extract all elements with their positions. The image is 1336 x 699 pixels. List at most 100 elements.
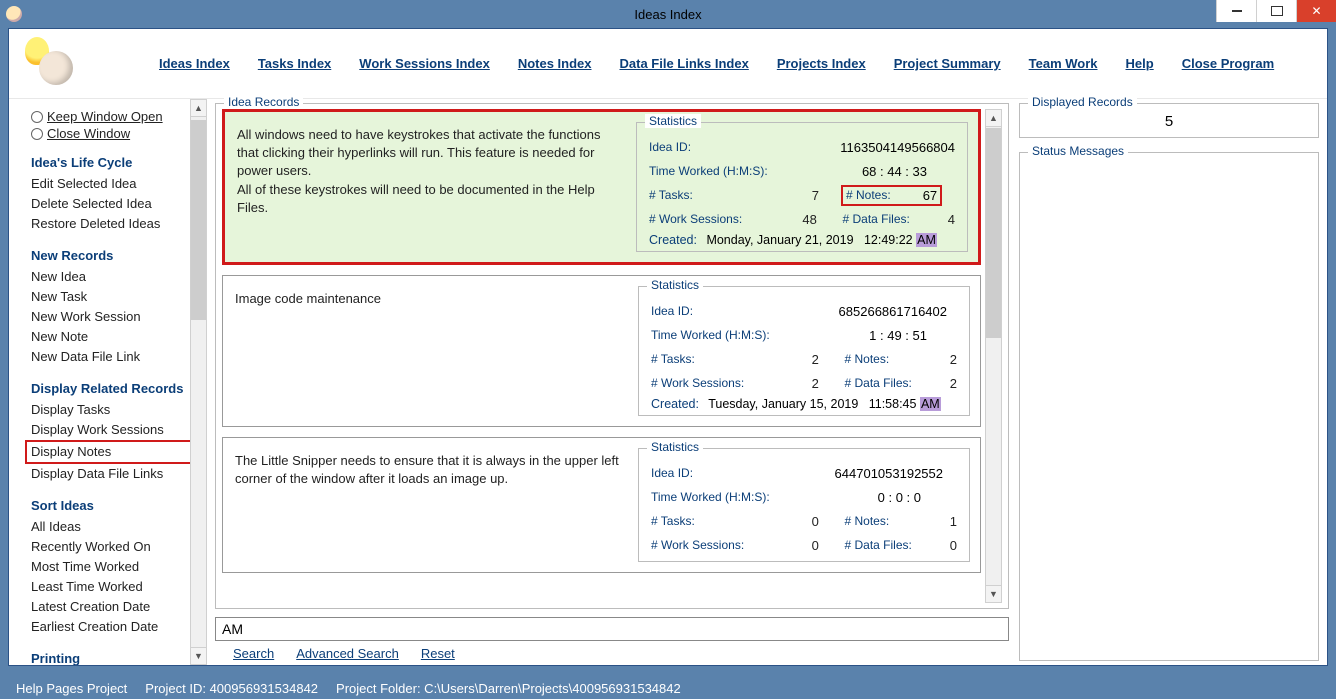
work-sessions-label: # Work Sessions: <box>651 538 769 552</box>
display-data-file-links[interactable]: Display Data File Links <box>31 464 203 484</box>
tasks-label: # Tasks: <box>651 352 769 366</box>
created-label: Created: <box>649 233 697 247</box>
menu-notes-index[interactable]: Notes Index <box>518 56 592 71</box>
statistics-box: Statistics Idea ID: 1163504149566804 Tim… <box>636 122 968 252</box>
menu-ideas-index[interactable]: Ideas Index <box>159 56 230 71</box>
window-controls <box>1216 0 1336 22</box>
printing-heading: Printing <box>31 651 203 665</box>
life-cycle-heading: Idea's Life Cycle <box>31 155 203 170</box>
idea-id-value: 685266861716402 <box>839 304 947 319</box>
record-description: All windows need to have keystrokes that… <box>235 122 628 252</box>
sort-ideas-heading: Sort Ideas <box>31 498 203 513</box>
scroll-down-icon[interactable]: ▼ <box>986 585 1001 602</box>
record-description: The Little Snipper needs to ensure that … <box>233 448 630 562</box>
app-icon <box>19 37 73 91</box>
display-related-heading: Display Related Records <box>31 381 203 396</box>
notes-value: 2 <box>916 352 957 367</box>
right-panel: Displayed Records 5 Status Messages <box>1015 99 1327 665</box>
menu-projects-index[interactable]: Projects Index <box>777 56 866 71</box>
time-worked-value: 0 : 0 : 0 <box>878 490 921 505</box>
menu-team-work[interactable]: Team Work <box>1029 56 1098 71</box>
idea-records-fieldset: Idea Records All windows need to have ke… <box>215 103 1009 609</box>
sort-earliest-creation-date[interactable]: Earliest Creation Date <box>31 617 203 637</box>
statistics-legend: Statistics <box>645 114 701 128</box>
notes-highlight: # Notes: 67 <box>841 185 942 206</box>
tasks-value: 7 <box>769 188 819 203</box>
notes-value: 1 <box>916 514 957 529</box>
restore-deleted-ideas[interactable]: Restore Deleted Ideas <box>31 214 203 234</box>
idea-record[interactable]: The Little Snipper needs to ensure that … <box>222 437 981 573</box>
data-files-label: # Data Files: <box>842 212 913 226</box>
radio-icon <box>31 128 43 140</box>
close-button[interactable] <box>1296 0 1336 22</box>
records-scrollbar[interactable]: ▲ ▼ <box>985 109 1002 603</box>
time-worked-value: 68 : 44 : 33 <box>862 164 927 179</box>
idea-record[interactable]: All windows need to have keystrokes that… <box>222 109 981 265</box>
status-project-folder: Project Folder: C:\Users\Darren\Projects… <box>336 681 681 696</box>
sort-all-ideas[interactable]: All Ideas <box>31 517 203 537</box>
idea-records-legend: Idea Records <box>224 95 303 109</box>
scroll-thumb[interactable] <box>986 128 1001 338</box>
time-worked-value: 1 : 49 : 51 <box>869 328 927 343</box>
menu-help[interactable]: Help <box>1126 56 1154 71</box>
new-idea[interactable]: New Idea <box>31 267 203 287</box>
scroll-up-icon[interactable]: ▲ <box>191 100 206 117</box>
time-worked-label: Time Worked (H:M:S): <box>649 164 769 178</box>
new-records-heading: New Records <box>31 248 203 263</box>
search-link[interactable]: Search <box>233 646 274 661</box>
client-area: Ideas Index Tasks Index Work Sessions In… <box>8 28 1328 666</box>
displayed-records-legend: Displayed Records <box>1028 95 1137 109</box>
time-worked-label: Time Worked (H:M:S): <box>651 490 771 504</box>
statistics-box: Statistics Idea ID: 685266861716402 <box>638 286 970 416</box>
keep-window-open-radio[interactable]: Keep Window Open <box>31 109 203 124</box>
window-title: Ideas Index <box>634 7 701 22</box>
menu-work-sessions-index[interactable]: Work Sessions Index <box>359 56 490 71</box>
notes-value: 67 <box>923 188 937 203</box>
app-titlebar-icon <box>6 6 22 22</box>
menu-close-program[interactable]: Close Program <box>1182 56 1274 71</box>
menu-project-summary[interactable]: Project Summary <box>894 56 1001 71</box>
sidebar: Keep Window Open Close Window Idea's Lif… <box>9 99 207 665</box>
status-bar: Help Pages Project Project ID: 400956931… <box>8 678 1328 699</box>
head-icon <box>39 51 73 85</box>
work-sessions-label: # Work Sessions: <box>649 212 767 226</box>
sidebar-scrollbar[interactable]: ▲ ▼ <box>190 99 207 665</box>
scroll-thumb[interactable] <box>191 120 206 320</box>
close-window-radio[interactable]: Close Window <box>31 126 203 141</box>
menu-tasks-index[interactable]: Tasks Index <box>258 56 331 71</box>
delete-selected-idea[interactable]: Delete Selected Idea <box>31 194 203 214</box>
edit-selected-idea[interactable]: Edit Selected Idea <box>31 174 203 194</box>
notes-label: # Notes: <box>844 514 915 528</box>
display-notes[interactable]: Display Notes <box>25 440 203 464</box>
notes-label: # Notes: <box>844 352 915 366</box>
new-task[interactable]: New Task <box>31 287 203 307</box>
maximize-button[interactable] <box>1256 0 1296 22</box>
records-list: All windows need to have keystrokes that… <box>222 109 985 603</box>
new-work-session[interactable]: New Work Session <box>31 307 203 327</box>
data-files-value: 4 <box>914 212 955 227</box>
advanced-search-link[interactable]: Advanced Search <box>296 646 399 661</box>
search-input[interactable] <box>215 617 1009 641</box>
new-data-file-link[interactable]: New Data File Link <box>31 347 203 367</box>
new-note[interactable]: New Note <box>31 327 203 347</box>
scroll-down-icon[interactable]: ▼ <box>191 647 206 664</box>
minimize-button[interactable] <box>1216 0 1256 22</box>
display-work-sessions[interactable]: Display Work Sessions <box>31 420 203 440</box>
scroll-up-icon[interactable]: ▲ <box>986 110 1001 127</box>
sort-most-time-worked[interactable]: Most Time Worked <box>31 557 203 577</box>
idea-record[interactable]: Image code maintenance Statistics Idea I… <box>222 275 981 427</box>
idea-id-value: 1163504149566804 <box>840 140 955 155</box>
sort-latest-creation-date[interactable]: Latest Creation Date <box>31 597 203 617</box>
sort-least-time-worked[interactable]: Least Time Worked <box>31 577 203 597</box>
work-sessions-value: 48 <box>767 212 816 227</box>
menu-data-file-links-index[interactable]: Data File Links Index <box>620 56 749 71</box>
tasks-label: # Tasks: <box>651 514 769 528</box>
sort-recently-worked-on[interactable]: Recently Worked On <box>31 537 203 557</box>
data-files-value: 2 <box>916 376 957 391</box>
tasks-label: # Tasks: <box>649 188 769 202</box>
status-messages-fieldset: Status Messages <box>1019 152 1319 661</box>
display-tasks[interactable]: Display Tasks <box>31 400 203 420</box>
notes-label: # Notes: <box>846 188 891 202</box>
reset-link[interactable]: Reset <box>421 646 455 661</box>
main-menu: Ideas Index Tasks Index Work Sessions In… <box>9 29 1327 99</box>
